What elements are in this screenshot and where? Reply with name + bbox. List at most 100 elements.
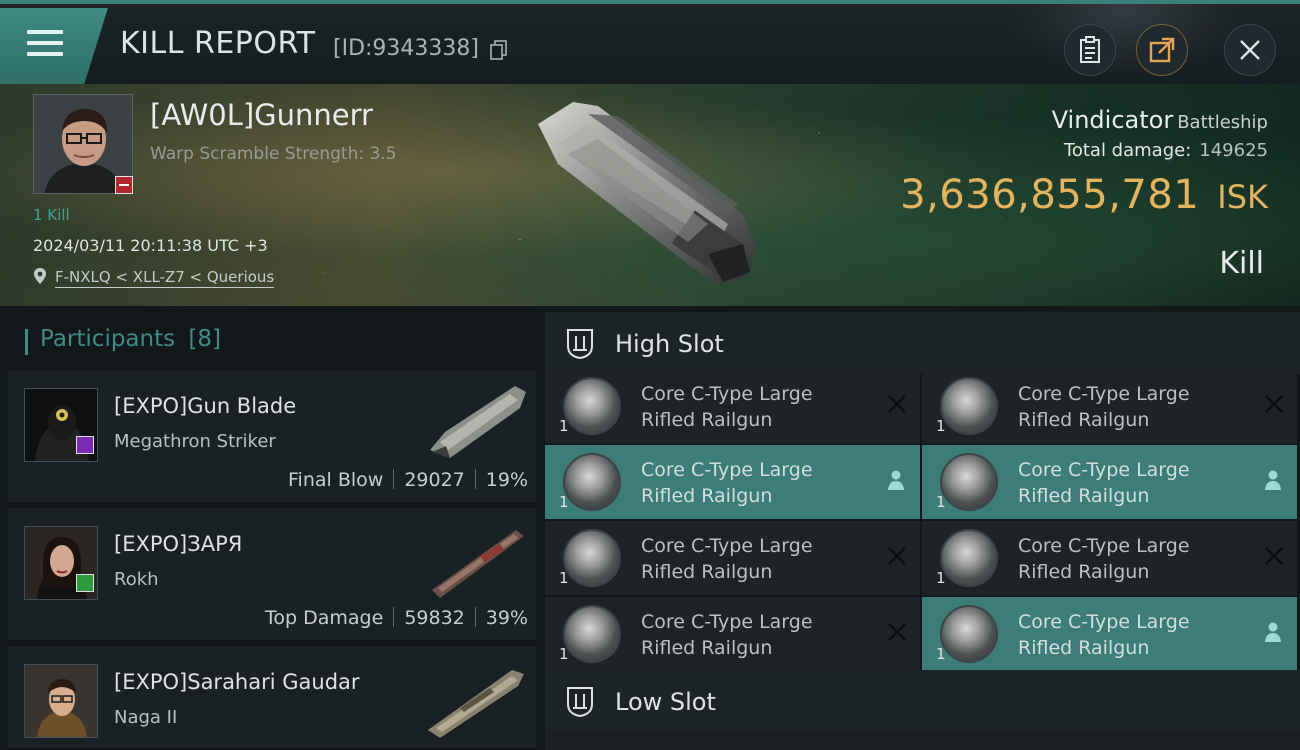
module-name-line1: Core C-Type Large [1018, 611, 1190, 633]
ship-name: Vindicator [1051, 106, 1174, 134]
isk-value: 3,636,855,781 ISK [900, 172, 1268, 218]
participant-row[interactable]: [EXPO]ЗАРЯ Rokh Top Damage 59832 39% [8, 508, 536, 642]
victim-ship-name[interactable]: Vindicator Battleship [1052, 106, 1268, 134]
victim-ship-image[interactable] [528, 94, 763, 294]
close-button[interactable] [1224, 24, 1276, 76]
avatar [25, 665, 97, 737]
railgun-icon [563, 529, 621, 587]
module-item[interactable]: 1 Core C-Type Large Rifled Railgun [545, 597, 920, 671]
railgun-icon [563, 453, 621, 511]
participant-portrait[interactable] [24, 664, 98, 738]
module-name: Core C-Type Large Rifled Railgun [641, 381, 861, 433]
module-item[interactable]: 1 Core C-Type Large Rifled Railgun [922, 521, 1297, 595]
participant-damage: 29027 [404, 469, 465, 491]
x-icon [888, 547, 906, 565]
participant-ship: Rokh [114, 569, 159, 590]
location-link[interactable]: F-NXLQ < XLL-Z7 < Querious [55, 268, 275, 288]
module-item[interactable]: 1 Core C-Type Large Rifled Railgun [545, 521, 920, 595]
module-item[interactable]: 1 Core C-Type Large Rifled Railgun [922, 445, 1297, 519]
share-icon [1149, 37, 1175, 63]
person-icon [1265, 622, 1281, 642]
result-label: Kill [1219, 246, 1264, 281]
x-icon [1265, 395, 1283, 413]
participant-name[interactable]: [EXPO]ЗАРЯ [114, 532, 242, 556]
ship-class: Battleship [1177, 112, 1268, 133]
corp-badge [115, 176, 133, 194]
railgun-icon [563, 377, 621, 435]
participant-ship-image[interactable] [420, 380, 530, 462]
participant-ship: Megathron Striker [114, 431, 276, 452]
clipboard-icon [1080, 36, 1100, 63]
module-item[interactable]: 1 Core C-Type Large Rifled Railgun [545, 445, 920, 519]
participant-tag: Final Blow [288, 469, 384, 491]
module-quantity: 1 [936, 493, 946, 511]
module-name-line2: Rifled Railgun [641, 561, 773, 583]
module-name: Core C-Type Large Rifled Railgun [1018, 533, 1238, 585]
menu-button[interactable] [0, 8, 108, 84]
module-item[interactable]: 1 Core C-Type Large Rifled Railgun [922, 369, 1297, 443]
location-pin-icon [34, 268, 46, 284]
module-quantity: 1 [936, 417, 946, 435]
module-name-line2: Rifled Railgun [1018, 409, 1150, 431]
module-name-line2: Rifled Railgun [641, 485, 773, 507]
module-quantity: 1 [559, 493, 569, 511]
divider [393, 607, 395, 627]
module-quantity: 1 [559, 569, 569, 587]
report-id: [ID:9343338] [333, 36, 479, 61]
page-title: KILL REPORT [120, 26, 316, 61]
low-slot-title: Low Slot [615, 688, 716, 716]
participant-name[interactable]: [EXPO]Sarahari Gaudar [114, 670, 360, 694]
share-button[interactable] [1136, 24, 1188, 76]
module-name-line2: Rifled Railgun [1018, 637, 1150, 659]
railgun-icon [563, 605, 621, 663]
participant-row[interactable]: [EXPO]Gun Blade Megathron Striker Final … [8, 370, 536, 504]
module-name-line1: Core C-Type Large [1018, 459, 1190, 481]
x-icon [1265, 547, 1283, 565]
x-icon [888, 395, 906, 413]
header-bar: KILL REPORT [ID:9343338] [0, 0, 1300, 84]
participant-name[interactable]: [EXPO]Gun Blade [114, 394, 296, 418]
module-name: Core C-Type Large Rifled Railgun [641, 609, 861, 661]
module-name: Core C-Type Large Rifled Railgun [1018, 609, 1238, 661]
participant-ship: Naga II [114, 707, 178, 728]
slot-icon [567, 687, 593, 718]
module-name: Core C-Type Large Rifled Railgun [641, 457, 861, 509]
participant-stats: Top Damage 59832 39% [265, 607, 528, 629]
participant-ship-image[interactable] [420, 518, 530, 600]
module-name-line2: Rifled Railgun [641, 409, 773, 431]
fitting-panel: High Slot 1 Core C-Type Large Rifled Rail… [545, 306, 1300, 750]
victim-name[interactable]: [AW0L]Gunnerr [150, 98, 373, 132]
module-name-line1: Core C-Type Large [1018, 535, 1190, 557]
railgun-icon [940, 529, 998, 587]
participants-label: Participants [40, 326, 176, 352]
clipboard-button[interactable] [1064, 24, 1116, 76]
high-slot-title: High Slot [615, 330, 724, 358]
copy-icon[interactable] [490, 40, 508, 60]
participants-count: [8] [188, 326, 222, 352]
kill-datetime: 2024/03/11 20:11:38 UTC +3 [33, 236, 268, 255]
participant-stats: Final Blow 29027 19% [288, 469, 528, 491]
total-damage-value: 149625 [1199, 140, 1268, 161]
total-damage-label: Total damage: [1063, 140, 1192, 161]
module-quantity: 1 [559, 645, 569, 663]
planet-decoration [1010, 4, 1240, 74]
participant-damage: 59832 [404, 607, 465, 629]
module-name: Core C-Type Large Rifled Railgun [1018, 457, 1238, 509]
participant-row[interactable]: [EXPO]Sarahari Gaudar Naga II [8, 646, 536, 750]
participant-ship-image[interactable] [420, 656, 530, 738]
railgun-icon [940, 377, 998, 435]
participants-header[interactable]: Participants [8] [24, 326, 222, 355]
x-icon [888, 623, 906, 641]
participant-percent: 19% [485, 469, 528, 491]
module-quantity: 1 [936, 569, 946, 587]
module-item[interactable]: 1 Core C-Type Large Rifled Railgun [922, 597, 1297, 671]
divider [474, 607, 476, 627]
participants-panel: Participants [8] [EXPO]Gun Blade Megathr… [0, 306, 545, 750]
participant-badge [76, 436, 94, 454]
low-slot-header: Low Slot [545, 670, 1300, 732]
total-damage: Total damage: 149625 [1064, 140, 1268, 161]
isk-amount: 3,636,855,781 [900, 172, 1200, 218]
module-name: Core C-Type Large Rifled Railgun [1018, 381, 1238, 433]
module-item[interactable]: 1 Core C-Type Large Rifled Railgun [545, 369, 920, 443]
participant-badge [76, 574, 94, 592]
